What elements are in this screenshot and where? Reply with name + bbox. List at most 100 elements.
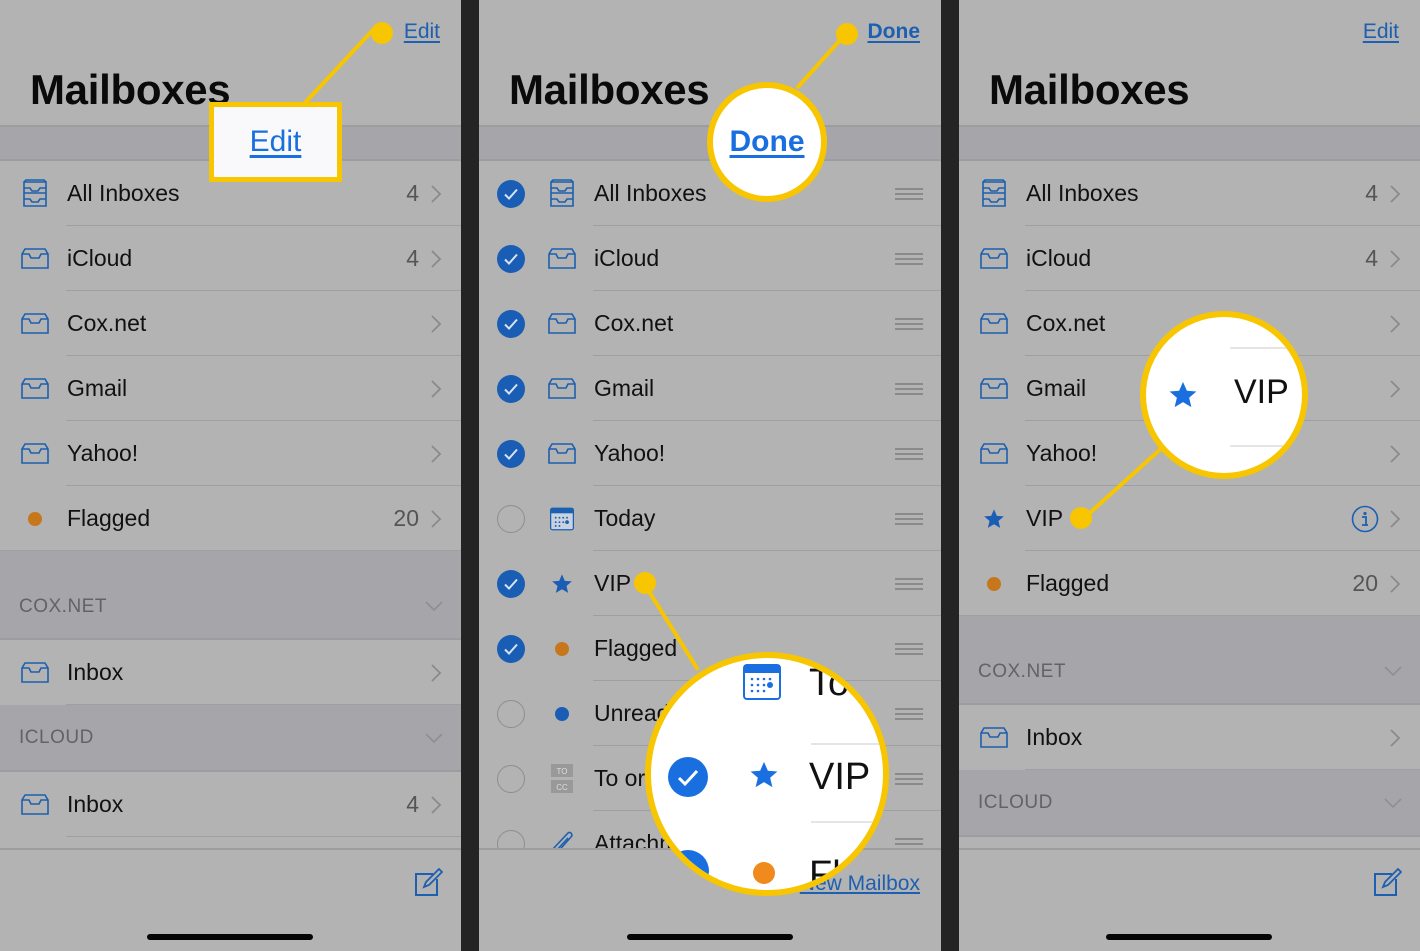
chevron-right-icon [431,249,442,268]
compose-icon[interactable] [1372,868,1402,898]
mailbox-label: Gmail [67,375,128,401]
account-section-header[interactable]: ICLOUD [0,705,461,770]
reorder-handle-icon[interactable] [895,512,923,525]
empty-circle-icon[interactable] [497,764,525,793]
mailbox-row[interactable]: VIP [959,486,1420,551]
divider [811,821,883,823]
checkmark-circle-icon[interactable] [497,244,525,273]
mailbox-label: Yahoo! [594,440,666,466]
mailbox-row[interactable]: Inbox 4 [0,772,461,837]
account-section-header[interactable]: ICLOUD [959,770,1420,835]
reorder-handle-icon[interactable] [895,187,923,200]
mailbox-edit-row[interactable]: Yahoo! [479,421,941,486]
mailbox-list: All Inboxes 4 iCloud 4 Cox.net Gmail Yah… [0,161,461,837]
callout-marker [634,572,656,594]
mailbox-row[interactable]: Gmail [0,356,461,421]
mailbox-row[interactable]: Flagged 20 [0,486,461,551]
chevron-down-icon[interactable] [425,732,443,744]
magnified-vip-label: VIP [1234,373,1289,411]
mailbox-edit-row[interactable]: Cox.net [479,291,941,356]
mailbox-label: Inbox [1026,724,1083,750]
page-title: Mailboxes [509,66,710,113]
mailbox-label: All Inboxes [67,180,180,206]
flag-dot-icon [545,632,579,666]
reorder-handle-icon[interactable] [895,577,923,590]
reorder-handle-icon[interactable] [895,382,923,395]
checkmark-circle-icon[interactable] [497,569,525,598]
inbox-icon [18,656,52,690]
compose-icon[interactable] [413,868,443,898]
mailbox-row[interactable]: Inbox [959,705,1420,770]
checkmark-circle-icon[interactable] [497,374,525,403]
chevron-down-icon[interactable] [425,600,443,612]
unread-count: 4 [406,180,419,206]
checkmark-circle-icon[interactable] [497,179,525,208]
info-icon[interactable] [1351,505,1379,533]
edit-button[interactable]: Edit [404,20,440,44]
mailbox-row[interactable]: Flagged 20 [959,551,1420,616]
account-section-header[interactable]: COX.NET [0,551,461,638]
mailbox-label: Yahoo! [1026,440,1098,466]
inbox-icon [977,721,1011,755]
section-title: ICLOUD [19,726,94,748]
inbox-icon [977,372,1011,406]
reorder-handle-icon[interactable] [895,707,923,720]
chevron-down-icon[interactable] [1384,665,1402,677]
edit-button[interactable]: Edit [1363,20,1399,44]
chevron-right-icon [1390,509,1401,528]
divider [1230,445,1302,447]
mailbox-row[interactable]: iCloud 4 [959,226,1420,291]
bottom-toolbar [0,848,461,951]
chevron-down-icon[interactable] [1384,797,1402,809]
star-icon [545,567,579,601]
reorder-handle-icon[interactable] [895,642,923,655]
inbox-icon [18,437,52,471]
mailbox-row[interactable]: Yahoo! [0,421,461,486]
flag-dot-icon [977,567,1011,601]
divider [1230,347,1302,349]
unread-count: 4 [1365,245,1378,271]
account-section-header[interactable]: COX.NET [959,616,1420,703]
mailbox-label: Inbox [67,791,124,817]
inbox-icon [18,307,52,341]
magnified-flagged-label: Fl [809,854,841,896]
reorder-handle-icon[interactable] [895,772,923,785]
reorder-handle-icon[interactable] [895,317,923,330]
mailbox-label: Flagged [1026,570,1110,596]
mailbox-label: iCloud [594,245,660,271]
mailbox-row[interactable]: Inbox [0,640,461,705]
calendar-icon [545,502,579,536]
all-inboxes-icon [545,177,579,211]
mailbox-label: Cox.net [594,310,674,336]
unread-count: 4 [1365,180,1378,206]
mailbox-label: Flagged [594,635,678,661]
mailbox-label: iCloud [1026,245,1092,271]
row-divider [66,836,461,837]
mailbox-edit-row[interactable]: All Inboxes [479,161,941,226]
edit-callout-label: Edit [249,125,302,158]
checkmark-circle-icon[interactable] [497,634,525,663]
checkmark-circle-icon[interactable] [497,439,525,468]
mailbox-row[interactable]: All Inboxes 4 [959,161,1420,226]
empty-circle-icon[interactable] [497,504,525,533]
chevron-right-icon [431,184,442,203]
empty-circle-icon[interactable] [497,699,525,728]
reorder-handle-icon[interactable] [895,252,923,265]
unread-count: 20 [393,505,419,531]
reorder-handle-icon[interactable] [895,447,923,460]
mailbox-row[interactable]: iCloud 4 [0,226,461,291]
mailbox-edit-row[interactable]: Today [479,486,941,551]
inbox-icon [545,242,579,276]
home-indicator [147,934,313,940]
mailbox-edit-row[interactable]: iCloud [479,226,941,291]
inbox-icon [977,242,1011,276]
mailbox-label: Today [594,505,656,531]
checkmark-circle-icon[interactable] [497,309,525,338]
mailboxes-panel-result: Edit Mailboxes All Inboxes 4 iCloud 4 Co… [959,0,1420,951]
mailbox-row[interactable]: Cox.net [0,291,461,356]
vip-magnifier: VIP [1140,311,1308,479]
mailbox-edit-row[interactable]: Gmail [479,356,941,421]
done-button[interactable]: Done [868,20,921,44]
chevron-right-icon [431,509,442,528]
mailbox-edit-row[interactable]: VIP [479,551,941,616]
